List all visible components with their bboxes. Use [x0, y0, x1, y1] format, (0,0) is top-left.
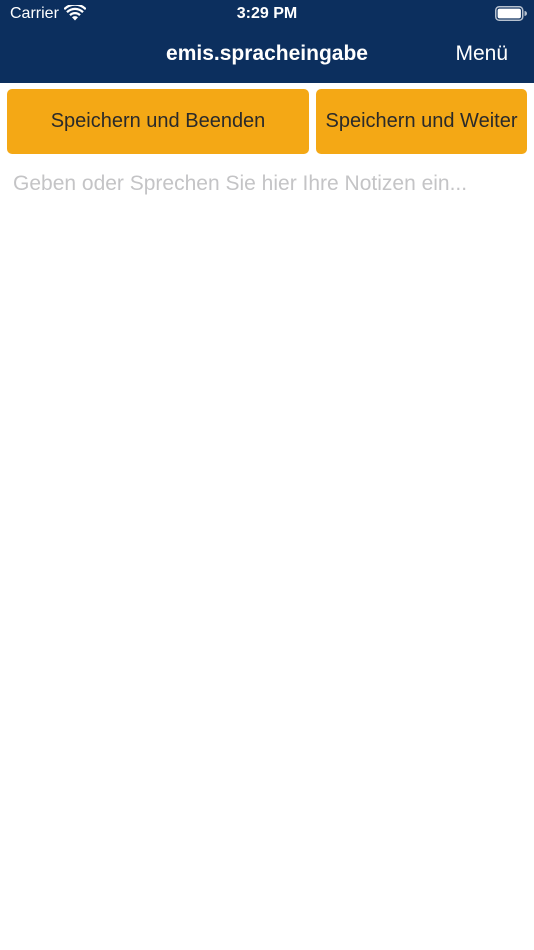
navigation-bar: emis.spracheingabe Menü — [0, 28, 534, 83]
save-and-continue-button[interactable]: Speichern und Weiter — [316, 89, 527, 154]
status-time: 3:29 PM — [236, 5, 298, 22]
menu-button[interactable]: Menü — [455, 42, 508, 66]
app-screen: Carrier 3:29 PM emis.spracheingabe Menü … — [0, 0, 534, 950]
save-and-exit-label: Speichern und Beenden — [50, 110, 266, 132]
top-bar: Carrier 3:29 PM emis.spracheingabe Menü — [0, 0, 534, 83]
status-bar: Carrier 3:29 PM — [0, 0, 534, 28]
save-and-continue-label: Speichern und Weiter — [325, 110, 518, 132]
page-title: emis.spracheingabe — [166, 42, 368, 65]
save-and-exit-button[interactable]: Speichern und Beenden — [7, 89, 309, 154]
notes-input[interactable] — [0, 164, 534, 950]
battery-icon — [495, 6, 527, 21]
